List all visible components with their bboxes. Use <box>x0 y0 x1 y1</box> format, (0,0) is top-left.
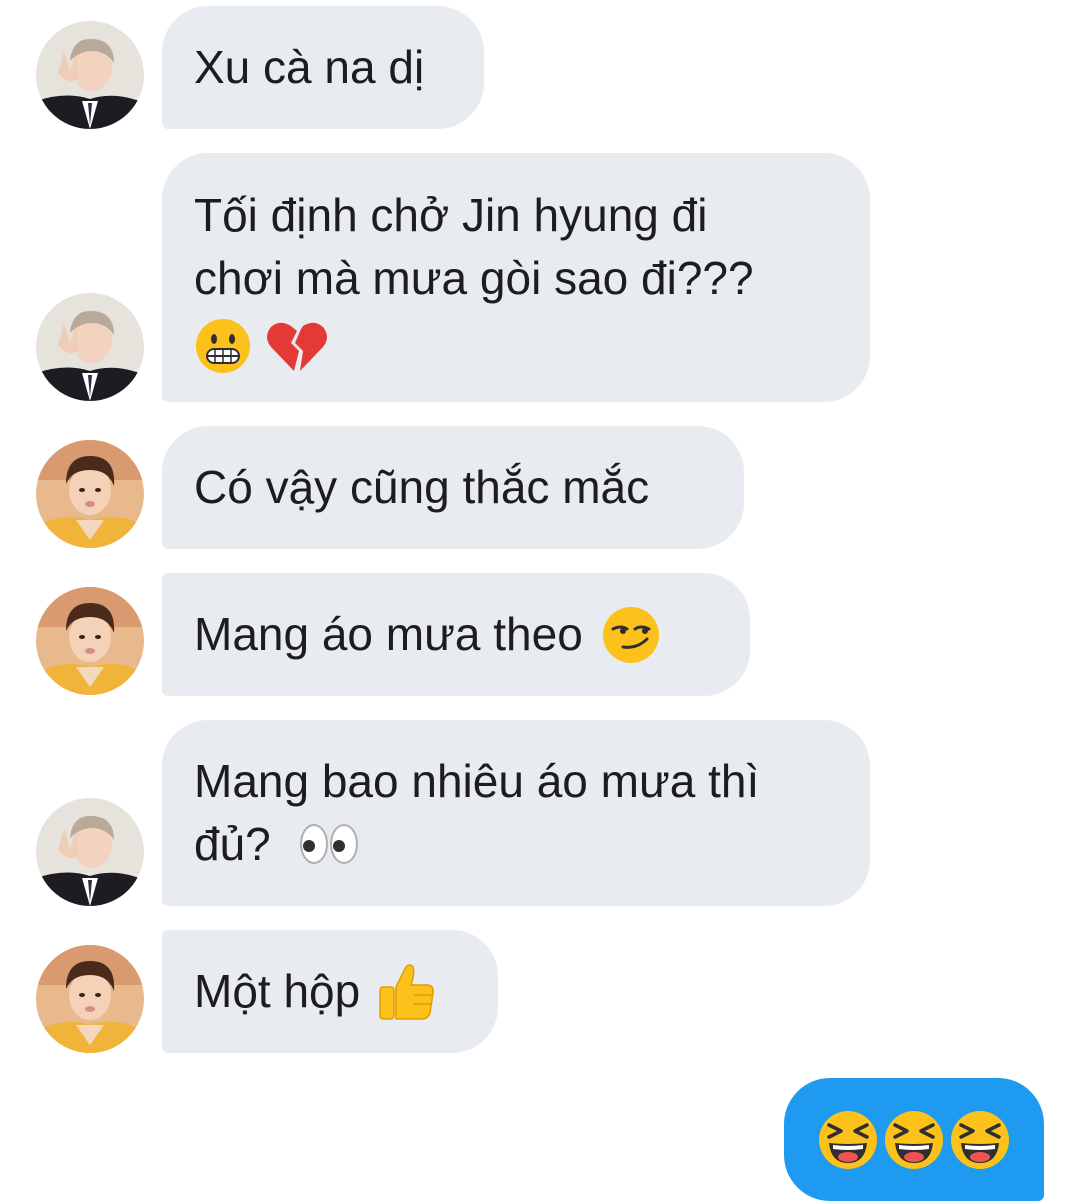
avatar-rm[interactable] <box>36 293 144 401</box>
message-text: Mang áo mưa theo <box>194 608 583 660</box>
sent-message-bubble[interactable] <box>784 1078 1044 1201</box>
avatar-v[interactable] <box>36 440 144 548</box>
avatar-rm-image <box>36 293 144 401</box>
avatar-rm-image <box>36 798 144 906</box>
avatar-rm[interactable] <box>36 21 144 129</box>
avatar-v-image <box>36 440 144 548</box>
avatar-v-image <box>36 945 144 1053</box>
smirking-face-icon <box>602 606 659 663</box>
avatar-v-image <box>36 587 144 695</box>
thumbs-up-icon <box>379 963 435 1020</box>
laughing-face-icon <box>885 1110 943 1169</box>
broken-heart-icon <box>266 323 327 372</box>
message-text: Một hộp <box>194 965 361 1017</box>
message-text: Xu cà na dị <box>194 41 425 93</box>
avatar-v[interactable] <box>36 945 144 1053</box>
message-text: Có vậy cũng thắc mắc <box>194 461 650 513</box>
grimacing-face-icon <box>196 319 250 374</box>
laughing-face-icon <box>819 1110 877 1169</box>
message-bubble[interactable]: Mang bao nhiêu áo mưa thì đủ? <box>162 720 870 906</box>
laughing-face-icon <box>951 1110 1009 1169</box>
avatar-rm-image <box>36 21 144 129</box>
chat-thread: Xu cà na dị Tối định chở Jin hyung đi ch… <box>0 0 1080 1203</box>
message-bubble[interactable]: Một hộp <box>162 930 498 1053</box>
message-bubble[interactable]: Xu cà na dị <box>162 6 484 129</box>
eyes-icon <box>299 824 358 864</box>
message-bubble[interactable]: Tối định chở Jin hyung đi chơi mà mưa gò… <box>162 153 870 402</box>
avatar-v[interactable] <box>36 587 144 695</box>
message-text: Tối định chở Jin hyung đi chơi mà mưa gò… <box>194 188 754 304</box>
message-bubble[interactable]: Có vậy cũng thắc mắc <box>162 426 744 549</box>
avatar-rm[interactable] <box>36 798 144 906</box>
message-bubble[interactable]: Mang áo mưa theo <box>162 573 750 696</box>
message-text: Mang bao nhiêu áo mưa thì đủ? <box>194 755 760 870</box>
